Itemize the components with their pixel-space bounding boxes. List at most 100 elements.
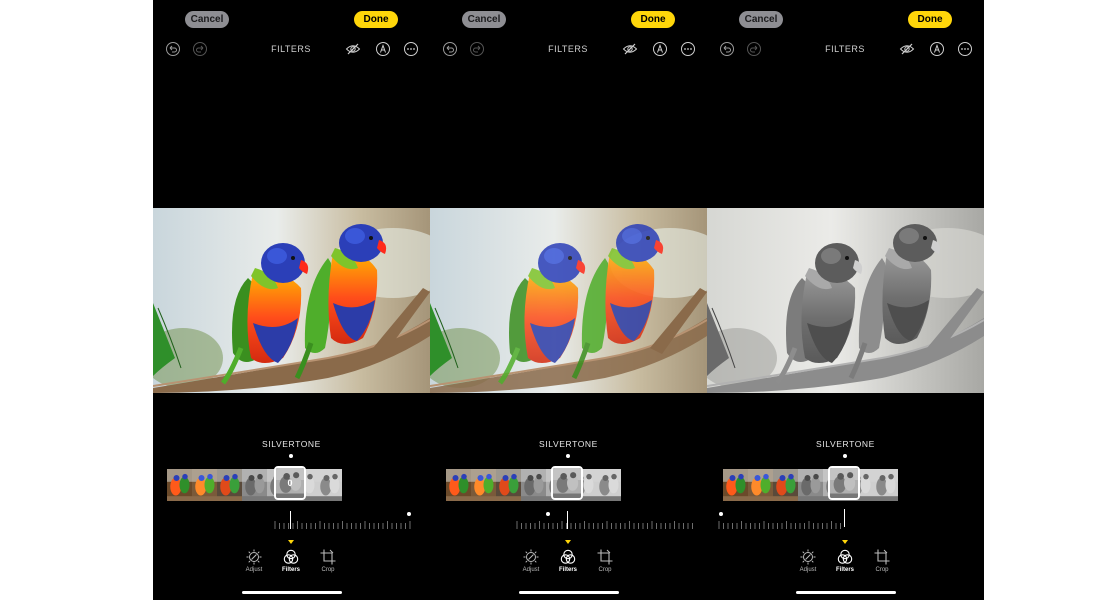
filter-thumbnail[interactable] [596, 469, 621, 501]
filters-icon [560, 549, 576, 564]
photo-preview [707, 208, 984, 393]
undo-icon[interactable] [442, 41, 458, 57]
hide-icon[interactable] [899, 41, 915, 57]
adjust-icon [523, 549, 539, 565]
intensity-end-dot [546, 512, 550, 516]
hide-icon[interactable] [345, 41, 361, 57]
redo-icon[interactable] [192, 41, 208, 57]
tab-adjust-label: Adjust [799, 567, 817, 573]
crop-icon [874, 549, 890, 565]
edit-tab-bar: Adjust Filters Crop [153, 538, 430, 578]
filter-thumbnail[interactable] [446, 469, 471, 501]
edit-toolbar: FILTERS [430, 41, 707, 57]
intensity-slider[interactable] [717, 512, 847, 530]
markup-icon[interactable] [375, 41, 391, 57]
undo-icon[interactable] [165, 41, 181, 57]
toolbar-title: FILTERS [825, 44, 865, 54]
more-icon[interactable] [403, 41, 419, 57]
intensity-slider[interactable] [273, 512, 413, 530]
selected-filter-thumbnail[interactable] [828, 466, 860, 500]
filter-indicator-dot [843, 454, 847, 458]
tab-crop[interactable]: Crop [864, 548, 900, 573]
home-indicator [796, 591, 896, 594]
tab-adjust-label: Adjust [522, 567, 540, 573]
redo-icon[interactable] [469, 41, 485, 57]
filter-value: 0 [287, 478, 293, 488]
filter-thumbnail[interactable] [192, 469, 217, 501]
markup-icon[interactable] [652, 41, 668, 57]
tab-filters[interactable]: Filters [550, 548, 586, 573]
filter-thumbnail[interactable] [167, 469, 192, 501]
intensity-slider[interactable] [515, 512, 695, 530]
crop-icon [320, 549, 336, 565]
more-icon[interactable] [957, 41, 973, 57]
filter-name-label: SILVERTONE [816, 439, 875, 449]
filter-thumbnail-strip[interactable] [167, 469, 342, 501]
filter-thumbnail[interactable] [773, 469, 798, 501]
selected-filter-thumbnail[interactable]: 0 [274, 466, 306, 500]
toolbar-title: FILTERS [271, 44, 311, 54]
tab-filters-label: Filters [835, 567, 854, 573]
filter-thumbnail-strip[interactable] [446, 469, 621, 501]
markup-icon[interactable] [929, 41, 945, 57]
filter-thumbnail[interactable] [748, 469, 773, 501]
intensity-current-marker [567, 511, 568, 529]
photo-preview [153, 208, 430, 393]
filter-thumbnail-strip[interactable] [723, 469, 898, 501]
undo-icon[interactable] [719, 41, 735, 57]
intensity-ruler-ticks [274, 521, 411, 529]
redo-icon[interactable] [746, 41, 762, 57]
filter-thumbnail[interactable] [873, 469, 898, 501]
tab-filters-label: Filters [558, 567, 577, 573]
filter-thumbnail[interactable] [798, 469, 823, 501]
filters-icon [283, 549, 299, 564]
cancel-button[interactable]: Cancel [739, 11, 783, 28]
more-icon[interactable] [680, 41, 696, 57]
filter-indicator-dot [566, 454, 570, 458]
filter-value [830, 468, 858, 498]
active-tab-indicator [288, 540, 294, 544]
edit-toolbar: FILTERS [153, 41, 430, 57]
filter-thumbnail[interactable] [217, 469, 242, 501]
tab-crop[interactable]: Crop [310, 548, 346, 573]
active-tab-indicator [565, 540, 571, 544]
filter-thumbnail[interactable] [242, 469, 267, 501]
home-indicator [519, 591, 619, 594]
intensity-ruler-ticks [516, 521, 693, 529]
tab-adjust[interactable]: Adjust [790, 548, 826, 573]
tab-crop[interactable]: Crop [587, 548, 623, 573]
selected-filter-thumbnail[interactable] [551, 466, 583, 500]
tab-filters[interactable]: Filters [827, 548, 863, 573]
cancel-button[interactable]: Cancel [462, 11, 506, 28]
edit-tab-bar: Adjust Filters Crop [430, 538, 707, 578]
adjust-icon [800, 549, 816, 565]
crop-icon [597, 549, 613, 565]
filters-icon [837, 549, 853, 564]
filter-thumbnail[interactable] [521, 469, 546, 501]
filter-thumbnail[interactable] [471, 469, 496, 501]
hide-icon[interactable] [622, 41, 638, 57]
intensity-current-marker [290, 511, 291, 529]
filter-thumbnail[interactable] [317, 469, 342, 501]
filter-indicator-dot [289, 454, 293, 458]
edit-tab-bar: Adjust Filters Crop [707, 538, 984, 578]
filter-name-label: SILVERTONE [262, 439, 321, 449]
done-button[interactable]: Done [354, 11, 398, 28]
filter-thumbnail[interactable] [723, 469, 748, 501]
filter-value [553, 468, 581, 498]
intensity-end-dot [407, 512, 411, 516]
done-button[interactable]: Done [631, 11, 675, 28]
filter-name-label: SILVERTONE [539, 439, 598, 449]
filter-thumbnail[interactable] [496, 469, 521, 501]
intensity-ruler-ticks [718, 521, 841, 529]
cancel-button[interactable]: Cancel [185, 11, 229, 28]
photo-preview [430, 208, 707, 393]
home-indicator [242, 591, 342, 594]
tab-adjust[interactable]: Adjust [236, 548, 272, 573]
adjust-icon [246, 549, 262, 565]
done-button[interactable]: Done [908, 11, 952, 28]
tab-crop-label: Crop [875, 567, 889, 573]
tab-filters[interactable]: Filters [273, 548, 309, 573]
tab-adjust[interactable]: Adjust [513, 548, 549, 573]
photo-editor-screen: Cancel Done FILTERS [707, 0, 984, 600]
